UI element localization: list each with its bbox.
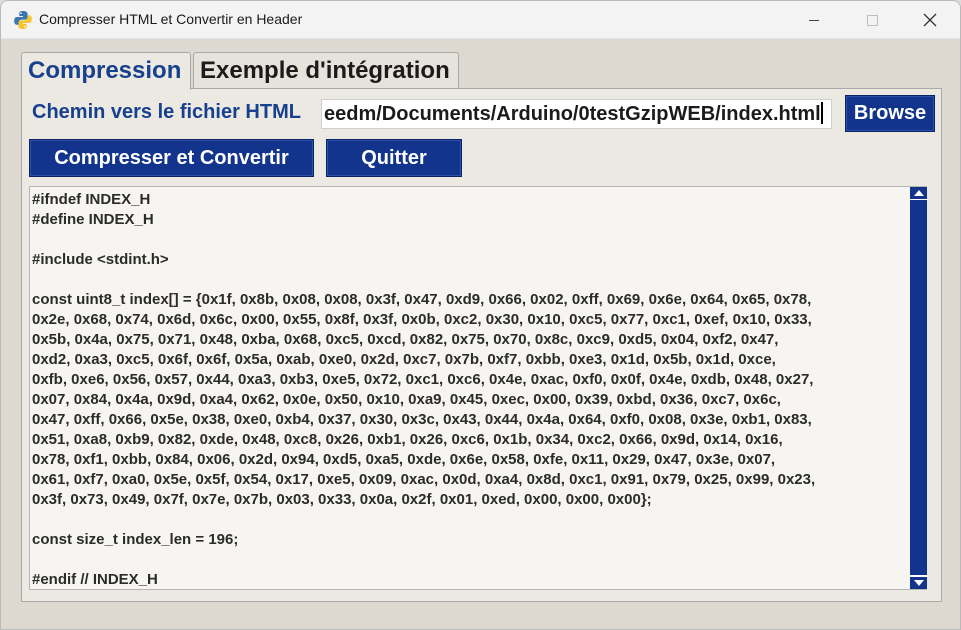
scroll-down-button[interactable] — [910, 577, 927, 589]
quit-button[interactable]: Quitter — [326, 139, 462, 177]
arrow-down-icon — [913, 580, 924, 586]
output-line: 0x5b, 0x4a, 0x75, 0x71, 0x48, 0xba, 0x68… — [32, 331, 779, 348]
app-window: Compresser HTML et Convertir en Header C… — [0, 0, 961, 630]
scroll-up-button[interactable] — [910, 187, 927, 199]
tab-exemple-integration[interactable]: Exemple d'intégration — [193, 52, 459, 89]
output-line: 0x3f, 0x73, 0x49, 0x7f, 0x7e, 0x7b, 0x03… — [32, 491, 652, 508]
close-icon — [923, 13, 937, 27]
output-line: 0x47, 0xff, 0x66, 0x5e, 0x38, 0xe0, 0xb4… — [32, 411, 812, 428]
browse-button[interactable]: Browse — [845, 95, 935, 132]
window-title: Compresser HTML et Convertir en Header — [39, 11, 303, 27]
maximize-button[interactable] — [843, 1, 901, 39]
path-label: Chemin vers le fichier HTML — [32, 101, 301, 123]
text-caret — [820, 102, 823, 124]
compress-convert-button[interactable]: Compresser et Convertir — [29, 139, 314, 177]
output-textarea[interactable]: #ifndef INDEX_H #define INDEX_H #include… — [29, 186, 927, 590]
compression-panel: Chemin vers le fichier HTML eedm/Documen… — [21, 88, 942, 602]
tab-compression[interactable]: Compression — [21, 52, 191, 90]
output-line: 0x2e, 0x68, 0x74, 0x6d, 0x6c, 0x00, 0x55… — [32, 311, 812, 328]
minimize-icon — [809, 19, 819, 21]
output-line: const uint8_t index[] = {0x1f, 0x8b, 0x0… — [32, 291, 812, 308]
output-line: #include <stdint.h> — [32, 251, 169, 268]
vertical-scrollbar[interactable] — [910, 187, 927, 589]
output-line: 0x61, 0xf7, 0xa0, 0x5e, 0x5f, 0x54, 0x17… — [32, 471, 816, 488]
output-line: #endif // INDEX_H — [32, 571, 158, 588]
minimize-button[interactable] — [785, 1, 843, 39]
output-line: 0x78, 0xf1, 0xbb, 0x84, 0x06, 0x2d, 0x94… — [32, 451, 776, 468]
path-input[interactable]: eedm/Documents/Arduino/0testGzipWEB/inde… — [321, 99, 832, 129]
output-line: 0x07, 0x84, 0x4a, 0x9d, 0xa4, 0x62, 0x0e… — [32, 391, 781, 408]
python-icon — [14, 11, 32, 29]
output-text: #ifndef INDEX_H #define INDEX_H #include… — [30, 187, 926, 589]
scrollbar-thumb[interactable] — [910, 200, 927, 575]
output-line: #ifndef INDEX_H — [32, 191, 151, 208]
output-line: #define INDEX_H — [32, 211, 154, 228]
output-line: 0xfb, 0xe6, 0x56, 0x57, 0x44, 0xa3, 0xb3… — [32, 371, 814, 388]
title-bar[interactable]: Compresser HTML et Convertir en Header — [1, 1, 960, 39]
output-line: 0xd2, 0xa3, 0xc5, 0x6f, 0x6f, 0x5a, 0xab… — [32, 351, 776, 368]
close-button[interactable] — [901, 1, 959, 39]
arrow-up-icon — [913, 190, 924, 196]
output-line: const size_t index_len = 196; — [32, 531, 239, 548]
output-line: 0x51, 0xa8, 0xb9, 0x82, 0xde, 0x48, 0xc8… — [32, 431, 783, 448]
path-input-value: eedm/Documents/Arduino/0testGzipWEB/inde… — [324, 103, 821, 125]
maximize-icon — [866, 14, 878, 26]
